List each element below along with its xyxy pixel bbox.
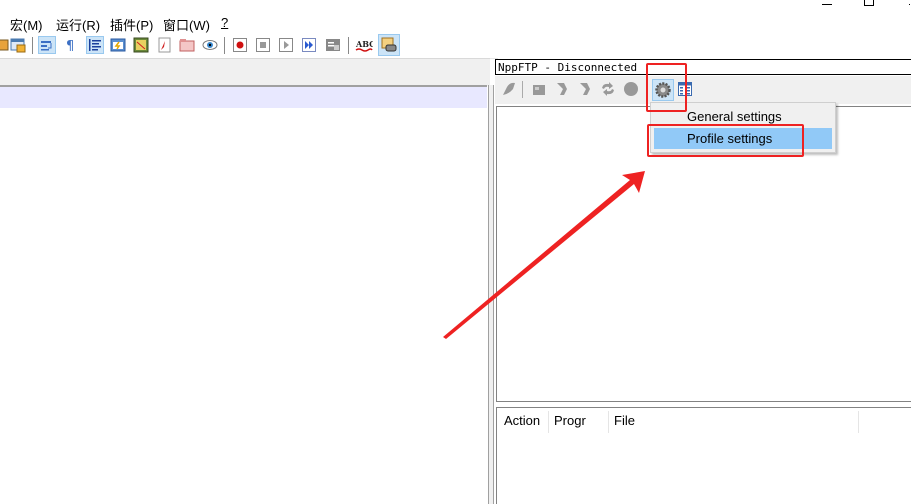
doc-map-icon[interactable] bbox=[133, 37, 149, 53]
lock-icon[interactable] bbox=[10, 37, 26, 53]
settings-dropdown-menu: General settings Profile settings bbox=[650, 102, 836, 153]
sync-icon[interactable] bbox=[600, 81, 616, 97]
menu-help[interactable]: ? bbox=[221, 15, 228, 30]
toolbar-separator bbox=[32, 37, 33, 54]
connect-icon[interactable] bbox=[501, 81, 517, 97]
nppftp-show-icon[interactable] bbox=[378, 34, 400, 56]
panel-splitter[interactable] bbox=[488, 85, 494, 504]
toolbar-separator bbox=[522, 81, 523, 98]
svg-text:¶: ¶ bbox=[66, 39, 74, 53]
monitor-icon[interactable] bbox=[202, 37, 218, 53]
title-bar bbox=[0, 0, 911, 12]
stop-record-icon[interactable] bbox=[255, 37, 271, 53]
show-all-chars-icon[interactable]: ¶ bbox=[63, 37, 79, 54]
column-header-action[interactable]: Action bbox=[504, 413, 540, 428]
message-window-icon[interactable] bbox=[677, 81, 693, 97]
save-all-icon[interactable] bbox=[0, 37, 10, 53]
menu-item-profile-settings[interactable]: Profile settings bbox=[654, 128, 832, 149]
spell-check-text: ABC bbox=[355, 39, 373, 49]
menu-window[interactable]: 窗口(W) bbox=[163, 15, 210, 34]
nppftp-panel-title: NppFTP - Disconnected bbox=[495, 59, 911, 75]
indent-guide-icon[interactable] bbox=[86, 36, 104, 54]
play-macro-icon[interactable] bbox=[278, 37, 294, 53]
refresh-icon[interactable] bbox=[577, 81, 593, 97]
toolbar-separator bbox=[348, 37, 349, 54]
nppftp-toolbar bbox=[495, 76, 911, 104]
settings-icon[interactable] bbox=[652, 79, 674, 101]
column-separator[interactable] bbox=[858, 411, 859, 433]
menu-plugins[interactable]: 插件(P) bbox=[110, 15, 153, 34]
toolbar-separator bbox=[224, 37, 225, 54]
column-separator[interactable] bbox=[608, 411, 609, 433]
folder-workspace-icon[interactable] bbox=[179, 37, 195, 53]
spell-check-icon[interactable]: ABC bbox=[355, 37, 375, 53]
menu-bar: 宏(M) 运行(R) 插件(P) 窗口(W) ? bbox=[0, 12, 911, 33]
column-separator[interactable] bbox=[548, 411, 549, 433]
abort-icon[interactable] bbox=[623, 81, 639, 97]
column-header-file[interactable]: File bbox=[614, 413, 635, 428]
word-wrap-icon[interactable] bbox=[38, 36, 56, 54]
close-icon[interactable] bbox=[909, 4, 910, 5]
upload-icon[interactable] bbox=[554, 81, 570, 97]
editor-current-line[interactable] bbox=[0, 85, 487, 110]
editor-tab-bar bbox=[0, 58, 490, 86]
user-lang-icon[interactable] bbox=[110, 37, 126, 53]
minimize-icon[interactable] bbox=[822, 4, 832, 5]
column-header-progress[interactable]: Progr bbox=[554, 413, 586, 428]
restore-icon[interactable] bbox=[864, 0, 874, 6]
save-macro-icon[interactable] bbox=[325, 37, 341, 53]
record-macro-icon[interactable] bbox=[232, 37, 248, 53]
menu-run[interactable]: 运行(R) bbox=[56, 15, 100, 34]
menu-macro[interactable]: 宏(M) bbox=[10, 15, 43, 34]
menu-item-general-settings[interactable]: General settings bbox=[654, 106, 832, 127]
nppftp-queue-list[interactable]: Action Progr File bbox=[496, 407, 911, 504]
run-macro-multiple-icon[interactable] bbox=[301, 37, 317, 53]
editor-text-area[interactable] bbox=[0, 108, 487, 504]
download-icon[interactable] bbox=[531, 81, 547, 97]
function-list-icon[interactable] bbox=[156, 37, 172, 53]
main-toolbar: ¶ ABC bbox=[0, 33, 498, 59]
